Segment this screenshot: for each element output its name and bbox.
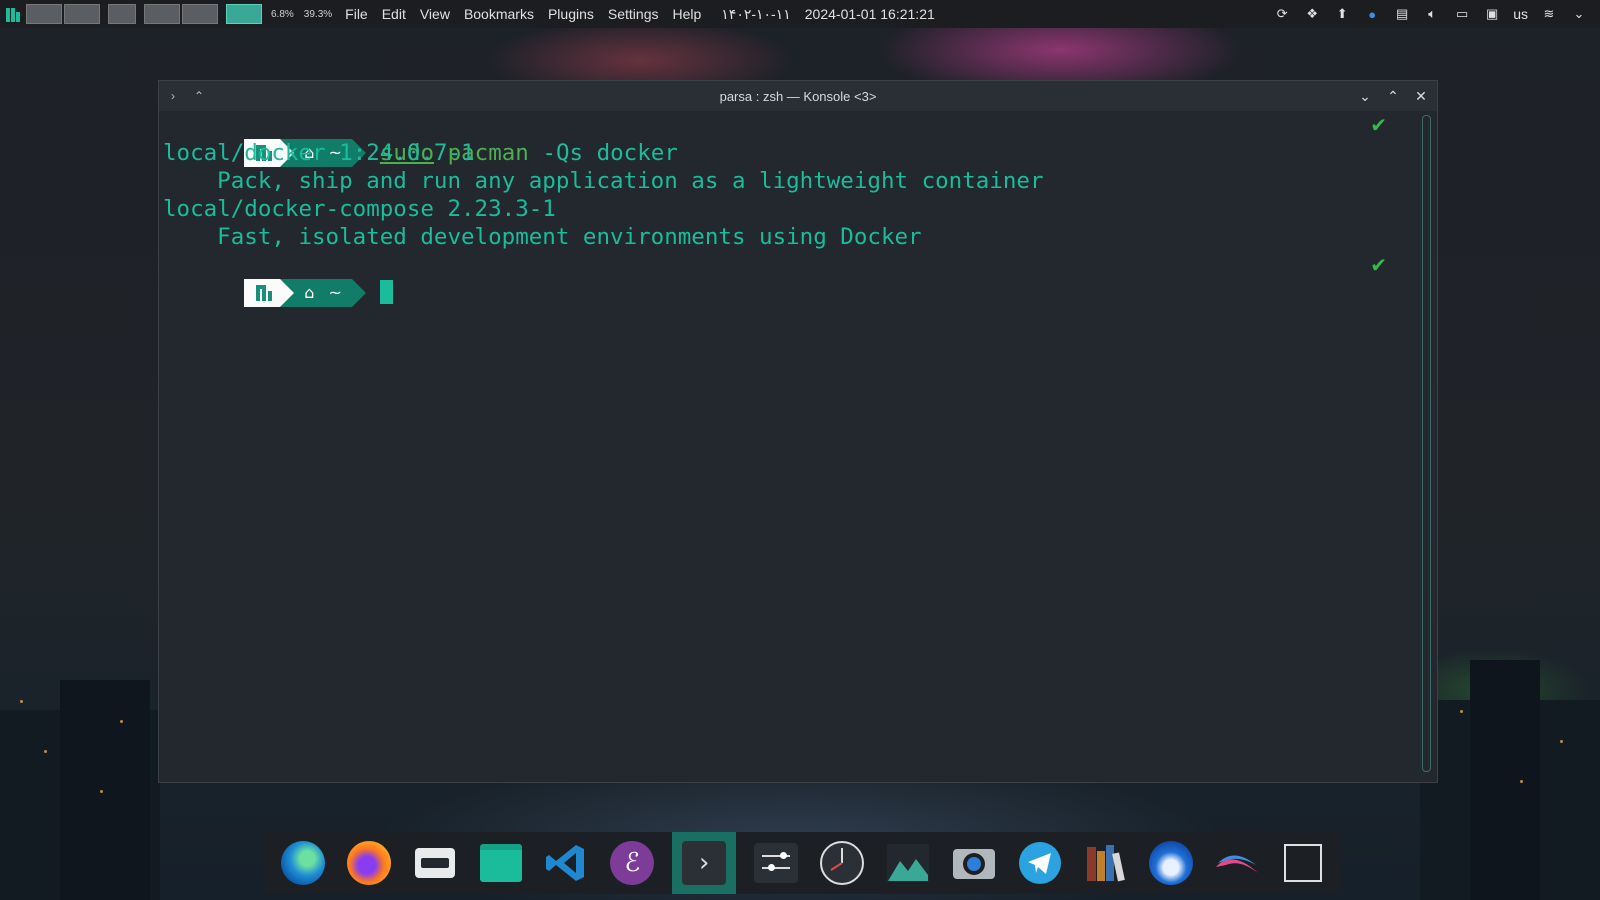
kali-icon[interactable] — [1211, 837, 1263, 889]
virtual-desktop-pager — [26, 4, 262, 24]
success-check-icon: ✔ — [1370, 113, 1387, 137]
konsole-window: › ⌃ parsa : zsh — Konsole <3> ⌄ ⌃ ✕ ⌂ ~ … — [158, 80, 1438, 783]
scrollbar[interactable] — [1422, 115, 1431, 772]
menu-plugins[interactable]: Plugins — [548, 6, 594, 22]
volume-icon[interactable]: 🔈︎ — [1423, 5, 1441, 23]
files-icon[interactable] — [475, 837, 527, 889]
konsole-app-icon[interactable]: › — [165, 88, 181, 104]
screenshot-icon[interactable] — [948, 837, 1000, 889]
output-line: Fast, isolated development environments … — [163, 224, 922, 250]
output-line: Pack, ship and run any application as a … — [163, 168, 1044, 194]
clipboard-icon[interactable]: ▤ — [1393, 5, 1411, 23]
steam-icon[interactable]: ⟳ — [1273, 5, 1291, 23]
dir-segment: ⌂ ~ — [294, 279, 352, 307]
desktop-1[interactable] — [26, 4, 62, 24]
menu-settings[interactable]: Settings — [608, 6, 659, 22]
menu-edit[interactable]: Edit — [382, 6, 406, 22]
manjaro-icon — [256, 285, 273, 301]
cpu-usage: 6.8% — [271, 8, 294, 20]
datetime: 2024-01-01 16:21:21 — [804, 5, 935, 22]
keep-above-icon[interactable]: ⌃ — [191, 88, 207, 104]
success-check-icon: ✔ — [1370, 253, 1387, 277]
prompt-line: ⌂ ~ sudo pacman -Qs docker ✔ — [163, 111, 1417, 167]
menu-bookmarks[interactable]: Bookmarks — [464, 6, 534, 22]
system-tray: ⟳ ❖ ⬆ ● ▤ 🔈︎ ▭ ▣ us ≋ ⌄ — [1273, 5, 1588, 23]
prompt-line: ⌂ ~ ✔ — [163, 251, 1417, 307]
desktop-6[interactable] — [226, 4, 262, 24]
update-icon[interactable]: ⬆ — [1333, 5, 1351, 23]
desktop-4[interactable] — [144, 4, 180, 24]
clock[interactable]: ۱۴۰۲-۱۰-۱۱ 2024-01-01 16:21:21 — [721, 6, 934, 23]
output-line: local/docker 1:24.0.7-1 — [163, 140, 475, 166]
thunderbird-icon[interactable] — [1145, 837, 1197, 889]
clock-icon[interactable] — [816, 837, 868, 889]
os-segment — [244, 279, 281, 307]
network-share-icon[interactable]: ❖ — [1303, 5, 1321, 23]
wifi-icon[interactable]: ≋ — [1540, 5, 1558, 23]
firefox-icon[interactable] — [343, 837, 395, 889]
terminal-area[interactable]: ⌂ ~ sudo pacman -Qs docker ✔ local/docke… — [163, 111, 1417, 776]
menu-file[interactable]: File — [345, 6, 368, 22]
settings-icon[interactable] — [750, 837, 802, 889]
telegram-icon[interactable] — [1014, 837, 1066, 889]
pamac-icon[interactable] — [409, 837, 461, 889]
window-icon[interactable] — [1277, 837, 1329, 889]
emacs-icon[interactable]: ℰ — [606, 837, 658, 889]
close-icon[interactable]: ✕ — [1413, 88, 1429, 104]
global-menu: File Edit View Bookmarks Plugins Setting… — [345, 6, 701, 22]
persian-date: ۱۴۰۲-۱۰-۱۱ — [721, 5, 791, 22]
sync-icon[interactable]: ● — [1363, 5, 1381, 23]
powerline-prompt: ⌂ ~ — [244, 279, 366, 307]
image-viewer-icon[interactable] — [882, 837, 934, 889]
konsole-icon[interactable]: › — [672, 832, 737, 894]
calibre-icon[interactable] — [1079, 837, 1131, 889]
output-line: local/docker-compose 2.23.3-1 — [163, 196, 556, 222]
minimize-icon[interactable]: ⌄ — [1357, 88, 1373, 104]
keyboard-layout[interactable]: us — [1513, 6, 1528, 22]
edge-icon[interactable] — [277, 837, 329, 889]
display-icon[interactable]: ▣ — [1483, 5, 1501, 23]
chevron-down-icon[interactable]: ⌄ — [1570, 5, 1588, 23]
menu-view[interactable]: View — [420, 6, 450, 22]
text-cursor — [379, 280, 393, 304]
vscode-icon[interactable] — [540, 837, 592, 889]
desktop-3[interactable] — [108, 4, 136, 24]
desktop-2[interactable] — [64, 4, 100, 24]
dock: ℰ › — [264, 832, 1342, 894]
memory-usage: 39.3% — [303, 8, 333, 20]
manjaro-logo-icon[interactable] — [6, 6, 20, 22]
window-titlebar[interactable]: › ⌃ parsa : zsh — Konsole <3> ⌄ ⌃ ✕ — [159, 81, 1437, 111]
top-panel: 6.8% 39.3% File Edit View Bookmarks Plug… — [0, 0, 1600, 28]
maximize-icon[interactable]: ⌃ — [1385, 88, 1401, 104]
prompt-dir: ~ — [328, 283, 342, 302]
window-title: parsa : zsh — Konsole <3> — [719, 88, 877, 104]
home-icon: ⌂ — [304, 283, 315, 302]
desktop-5[interactable] — [182, 4, 218, 24]
menu-help[interactable]: Help — [672, 6, 701, 22]
battery-icon[interactable]: ▭ — [1453, 5, 1471, 23]
